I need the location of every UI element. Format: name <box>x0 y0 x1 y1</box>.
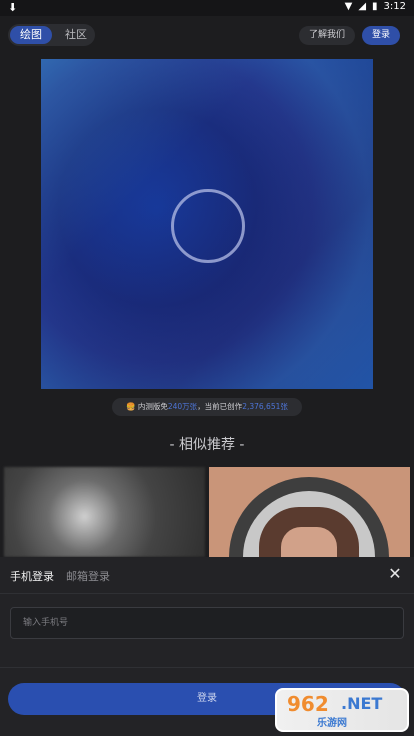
signal-icon: ◢ <box>358 1 367 12</box>
login-method-tabs: 手机登录 邮箱登录 <box>10 567 110 587</box>
free-count: 240万张 <box>167 402 198 411</box>
tab-community[interactable]: 社区 <box>56 26 96 44</box>
watermark-number: 962 <box>287 692 329 716</box>
divider <box>0 667 414 668</box>
watermark-logo: 962 .NET 乐游网 <box>275 688 409 732</box>
stats-prefix: 内测版免 <box>137 402 168 411</box>
wifi-icon: ▼ <box>344 1 353 12</box>
status-bar: ⬇ ▼ ◢ ▮ 3:12 <box>0 0 414 16</box>
tab-phone-login[interactable]: 手机登录 <box>10 567 54 587</box>
loading-spinner-icon <box>171 189 245 263</box>
status-time: 3:12 <box>383 1 406 12</box>
generated-image-preview <box>41 59 373 389</box>
mode-tabs: 绘图 社区 <box>8 24 95 46</box>
status-icons: ▼ ◢ ▮ 3:12 <box>345 1 406 12</box>
fire-icon: 🍔 <box>126 402 136 411</box>
login-button[interactable]: 登录 <box>362 26 400 45</box>
download-icon: ⬇ <box>8 1 18 14</box>
about-us-button[interactable]: 了解我们 <box>299 26 355 45</box>
similar-recommendations-title: - 相似推荐 - <box>169 437 245 453</box>
stats-badge: 🍔 内测版免240万张，当前已创作2,376,651张 <box>112 398 302 416</box>
close-icon[interactable]: ✕ <box>386 565 404 583</box>
recommendation-card[interactable] <box>4 467 205 557</box>
phone-input[interactable] <box>10 607 404 639</box>
divider <box>0 593 414 594</box>
stats-middle: ，当前已创作 <box>197 402 243 411</box>
watermark-net: .NET <box>341 694 383 713</box>
recommendation-image-face <box>281 527 337 557</box>
tab-email-login[interactable]: 邮箱登录 <box>66 567 110 587</box>
recommendation-card[interactable] <box>209 467 410 557</box>
battery-icon: ▮ <box>372 1 378 12</box>
watermark-site: 乐游网 <box>317 718 347 729</box>
tab-draw[interactable]: 绘图 <box>10 26 52 44</box>
created-count: 2,376,651张 <box>242 402 288 411</box>
